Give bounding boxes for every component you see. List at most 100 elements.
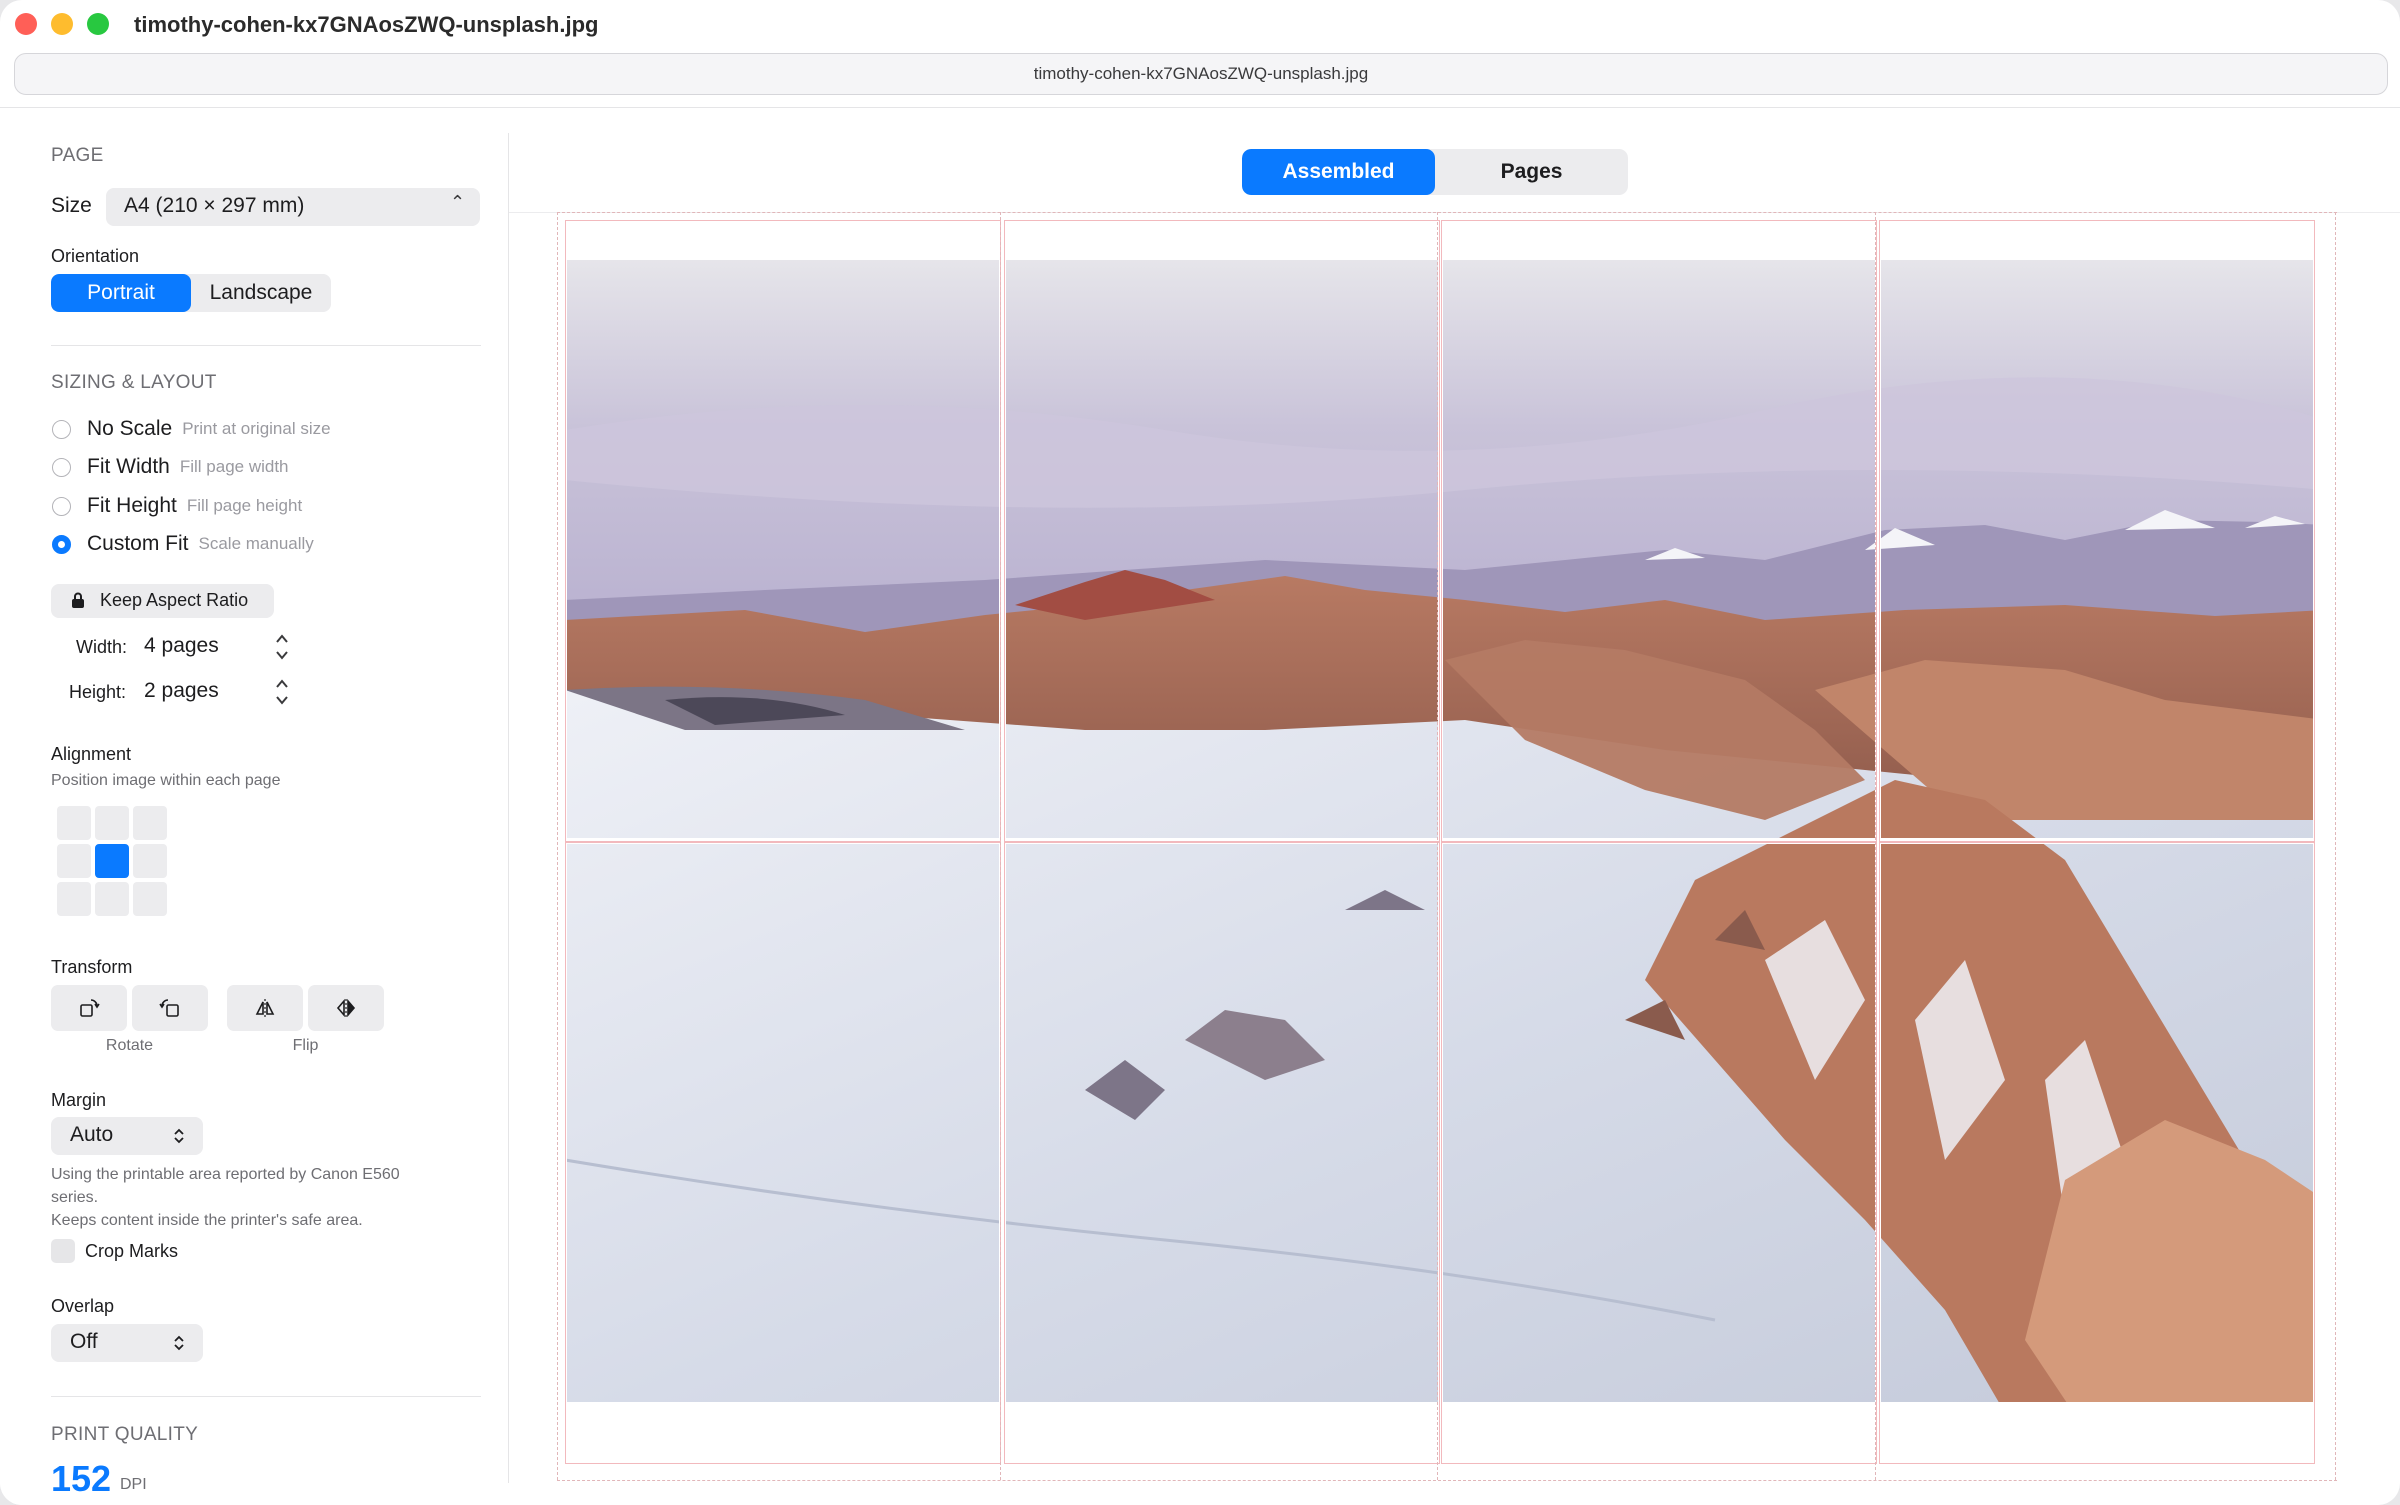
dpi-value: 152 <box>51 1458 112 1499</box>
zoom-window-button[interactable] <box>87 13 109 35</box>
radio-button[interactable] <box>52 457 71 477</box>
landscape-photo <box>1443 844 1875 1402</box>
scale-option-description: Print at original size <box>182 419 331 438</box>
flip-vertical-icon <box>255 999 275 1017</box>
align-bottom-right[interactable] <box>133 882 167 916</box>
window-title: timothy-cohen-kx7GNAosZWQ-unsplash.jpg <box>134 12 599 37</box>
rotate-left-button[interactable] <box>51 985 127 1031</box>
align-middle-right[interactable] <box>133 844 167 878</box>
overlap-value: Off <box>70 1330 98 1353</box>
section-divider <box>51 1396 481 1397</box>
rotate-left-icon <box>80 999 100 1017</box>
chevron-updown-icon: ⌃ <box>450 192 466 212</box>
width-pages-field[interactable]: 4 pages <box>144 634 219 658</box>
scale-option-label: No Scale <box>87 417 173 440</box>
align-top-right[interactable] <box>133 806 167 840</box>
margin-select[interactable]: Auto <box>51 1117 203 1155</box>
landscape-photo <box>567 844 999 1402</box>
overlap-select[interactable]: Off <box>51 1324 203 1362</box>
align-center[interactable] <box>95 844 129 878</box>
dpi-unit: DPI <box>120 1476 147 1493</box>
paper-size-select[interactable]: A4 (210 × 297 mm) ⌃ <box>106 188 480 226</box>
minimize-window-button[interactable] <box>51 13 73 35</box>
image-tile <box>567 260 999 838</box>
scale-option-label: Fit Height <box>87 494 177 517</box>
rotate-right-icon <box>159 999 179 1017</box>
scale-option-label: Custom Fit <box>87 532 189 555</box>
scale-option-fit-height[interactable]: Fit Height Fill page height <box>52 491 302 521</box>
section-divider <box>51 345 481 346</box>
title-bar: timothy-cohen-kx7GNAosZWQ-unsplash.jpg <box>0 0 2400 50</box>
overlap-label: Overlap <box>51 1296 115 1316</box>
landscape-photo <box>1006 844 1438 1402</box>
margin-label: Margin <box>51 1090 107 1110</box>
scale-option-description: Fill page height <box>186 496 303 515</box>
flip-horizontal-button[interactable] <box>308 985 384 1031</box>
align-top-left[interactable] <box>57 806 91 840</box>
view-mode-segmented-control: Assembled Pages <box>1242 149 1628 195</box>
orientation-label: Orientation <box>51 246 140 266</box>
scale-option-label: Fit Width <box>87 455 170 478</box>
cut-line <box>1875 212 1876 1480</box>
image-tile <box>1006 260 1438 838</box>
tab-pages[interactable]: Pages <box>1435 149 1628 195</box>
image-tile <box>567 844 999 1402</box>
image-tile <box>1443 260 1875 838</box>
landscape-photo <box>1443 260 1875 838</box>
flip-vertical-button[interactable] <box>227 985 303 1031</box>
keep-aspect-ratio-label: Keep Aspect Ratio <box>100 590 249 610</box>
flip-caption: Flip <box>292 1037 319 1054</box>
scale-option-custom-fit[interactable]: Custom Fit Scale manually <box>52 529 314 559</box>
stepper-arrows-icon <box>276 634 288 660</box>
transform-label: Transform <box>51 957 133 977</box>
close-window-button[interactable] <box>15 13 37 35</box>
height-stepper[interactable] <box>272 675 292 711</box>
lock-icon <box>72 592 84 608</box>
cut-line <box>557 212 558 1480</box>
width-label: Width: <box>76 637 128 657</box>
rotate-right-button[interactable] <box>132 985 208 1031</box>
orientation-portrait[interactable]: Portrait <box>51 274 191 312</box>
cut-line <box>1000 212 1001 1480</box>
margin-printer-note: Using the printable area reported by Can… <box>51 1166 400 1206</box>
width-stepper[interactable] <box>272 630 292 666</box>
alignment-grid <box>57 806 171 920</box>
orientation-landscape[interactable]: Landscape <box>191 274 331 312</box>
image-tile <box>1006 844 1438 1402</box>
print-quality-heading: PRINT QUALITY <box>51 1424 199 1445</box>
app-window: timothy-cohen-kx7GNAosZWQ-unsplash.jpg t… <box>0 0 2400 1505</box>
file-path-bar[interactable]: timothy-cohen-kx7GNAosZWQ-unsplash.jpg <box>14 53 2388 95</box>
size-label: Size <box>51 194 92 217</box>
stepper-arrows-icon <box>276 679 288 705</box>
cut-line <box>2335 212 2336 1480</box>
scale-option-no-scale[interactable]: No Scale Print at original size <box>52 414 331 444</box>
cut-line <box>557 212 2337 213</box>
sizing-section-heading: SIZING & LAYOUT <box>51 372 217 393</box>
flip-horizontal-icon <box>336 998 356 1018</box>
sidebar-divider <box>508 133 509 1483</box>
chevron-updown-icon <box>174 1335 184 1351</box>
margin-safe-area-note: Keeps content inside the printer's safe … <box>51 1212 363 1229</box>
image-tile <box>1881 844 2313 1402</box>
landscape-photo <box>1006 260 1438 838</box>
radio-button[interactable] <box>52 419 71 439</box>
landscape-photo <box>1881 260 2313 838</box>
scale-option-fit-width[interactable]: Fit Width Fill page width <box>52 452 289 482</box>
align-bottom-center[interactable] <box>95 882 129 916</box>
image-tile <box>1881 260 2313 838</box>
height-pages-field[interactable]: 2 pages <box>144 679 219 703</box>
align-middle-left[interactable] <box>57 844 91 878</box>
radio-button[interactable] <box>52 496 71 516</box>
cut-line <box>1437 212 1438 1480</box>
alignment-label: Alignment <box>51 744 132 764</box>
orientation-segmented-control: Portrait Landscape <box>51 274 331 312</box>
keep-aspect-ratio-toggle[interactable]: Keep Aspect Ratio <box>51 584 274 618</box>
cut-line <box>557 1480 2337 1481</box>
crop-marks-checkbox[interactable] <box>51 1239 75 1263</box>
crop-marks-label: Crop Marks <box>85 1241 179 1261</box>
tab-assembled[interactable]: Assembled <box>1242 149 1435 195</box>
align-bottom-left[interactable] <box>57 882 91 916</box>
radio-button-selected[interactable] <box>52 534 71 554</box>
align-top-center[interactable] <box>95 806 129 840</box>
scale-option-description: Scale manually <box>198 534 314 553</box>
